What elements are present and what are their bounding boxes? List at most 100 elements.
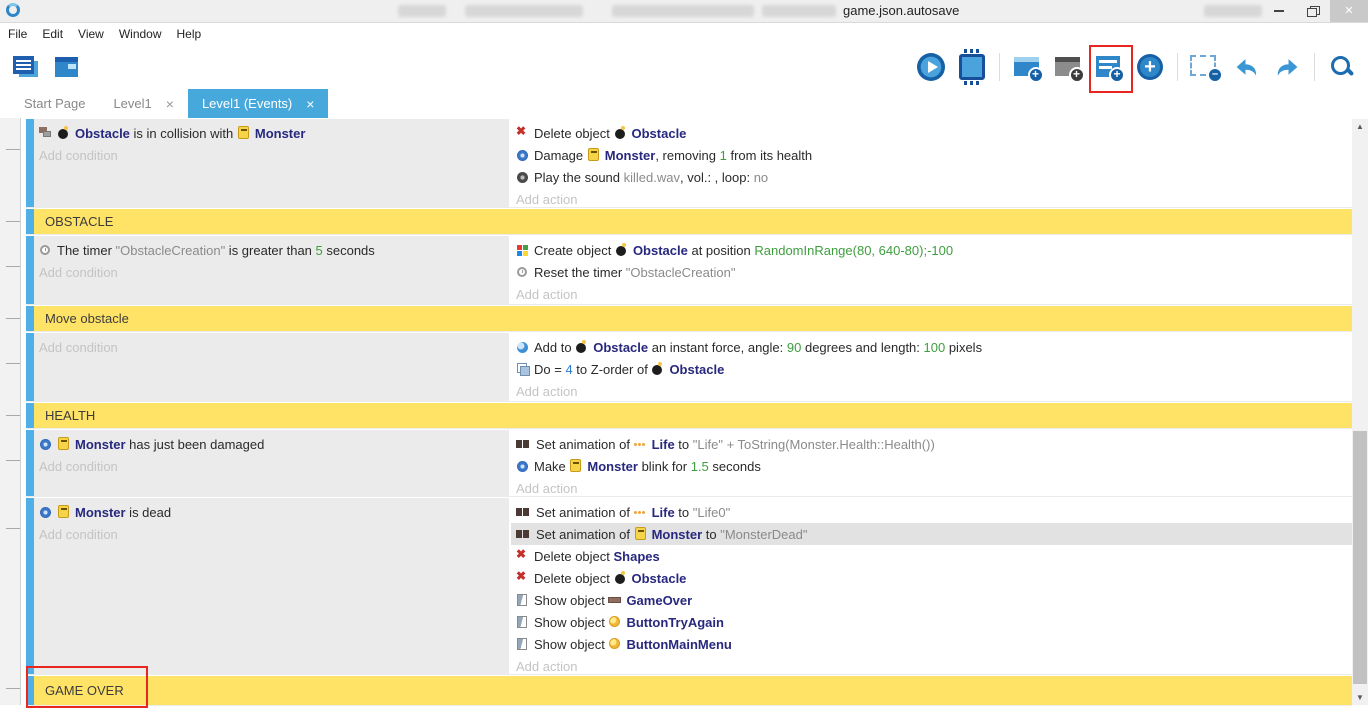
event-row: The timer "ObstacleCreation" is greater …: [26, 236, 1352, 304]
scroll-up-button[interactable]: ▲: [1352, 122, 1368, 131]
add-condition-button[interactable]: Add condition: [34, 261, 509, 283]
actions-cell[interactable]: Set animation of Life to "Life0"Set anim…: [511, 498, 1352, 674]
add-scene-button[interactable]: [1009, 47, 1045, 87]
action-row[interactable]: Add to Obstacle an instant force, angle:…: [511, 336, 1352, 358]
menu-window[interactable]: Window: [119, 27, 162, 41]
add-events-sheet-button[interactable]: [1091, 47, 1127, 87]
restore-button[interactable]: [1296, 0, 1330, 22]
project-manager-button[interactable]: [8, 47, 44, 87]
text-segment: is greater than: [225, 243, 315, 258]
add-action-button[interactable]: Add action: [511, 380, 1352, 402]
action-row[interactable]: Set animation of Monster to "MonsterDead…: [511, 523, 1352, 545]
actions-cell[interactable]: Delete object ObstacleDamage Monster, re…: [511, 119, 1352, 207]
group-obstacle[interactable]: OBSTACLE: [26, 209, 1352, 234]
event-handle[interactable]: [26, 333, 34, 401]
object-name: Obstacle: [632, 571, 687, 586]
menu-help[interactable]: Help: [177, 27, 202, 41]
tab-close-icon[interactable]: ×: [306, 97, 314, 111]
action-row[interactable]: Delete object Obstacle: [511, 567, 1352, 589]
tab-level1-events[interactable]: Level1 (Events)×: [188, 89, 329, 118]
action-row[interactable]: Damage Monster, removing 1 from its heal…: [511, 144, 1352, 166]
add-action-button[interactable]: Add action: [511, 188, 1352, 210]
event-handle[interactable]: [26, 498, 34, 674]
conditions-cell[interactable]: The timer "ObstacleCreation" is greater …: [34, 236, 509, 304]
scroll-down-button[interactable]: ▼: [1352, 693, 1368, 702]
play-icon: [917, 53, 945, 81]
search-button[interactable]: [1324, 47, 1360, 87]
text-segment: Show object: [534, 637, 608, 652]
menu-edit[interactable]: Edit: [42, 27, 63, 41]
action-row[interactable]: Delete object Shapes: [511, 545, 1352, 567]
condition-row[interactable]: Monster has just been damaged: [34, 433, 509, 455]
vertical-scrollbar[interactable]: ▲ ▼: [1352, 119, 1368, 705]
minimize-button[interactable]: [1262, 0, 1296, 22]
add-action-button[interactable]: Add action: [511, 655, 1352, 677]
event-handle[interactable]: [26, 209, 34, 234]
action-row[interactable]: Set animation of Life to "Life" + ToStri…: [511, 433, 1352, 455]
condition-row[interactable]: Obstacle is in collision with Monster: [34, 122, 509, 144]
add-circle-icon: [1137, 54, 1163, 80]
conditions-cell[interactable]: Monster has just been damagedAdd conditi…: [34, 430, 509, 496]
gear-icon: [39, 437, 53, 451]
add-condition-button[interactable]: Add condition: [34, 455, 509, 477]
text-segment: Create object: [534, 243, 615, 258]
add-condition-button[interactable]: Add condition: [34, 523, 509, 545]
conditions-cell[interactable]: Add condition: [34, 333, 509, 401]
actions-cell[interactable]: Create object Obstacle at position Rando…: [511, 236, 1352, 304]
text-segment: to: [702, 527, 720, 542]
bomb-icon: [614, 571, 628, 585]
tab-start-page[interactable]: Start Page: [10, 89, 99, 118]
show-icon: [516, 637, 530, 651]
event-handle[interactable]: [26, 676, 34, 705]
undo-button[interactable]: [1228, 47, 1264, 87]
event-handle[interactable]: [26, 403, 34, 428]
action-row[interactable]: Play the sound killed.wav, vol.: , loop:…: [511, 166, 1352, 188]
event-handle[interactable]: [26, 236, 34, 304]
action-row[interactable]: Create object Obstacle at position Rando…: [511, 239, 1352, 261]
add-action-button[interactable]: Add action: [511, 283, 1352, 305]
text-segment: Set animation of: [536, 505, 634, 520]
event-handle[interactable]: [26, 306, 34, 331]
bomb-icon: [57, 126, 71, 140]
conditions-cell[interactable]: Obstacle is in collision with MonsterAdd…: [34, 119, 509, 207]
group-move-obstacle[interactable]: Move obstacle: [26, 306, 1352, 331]
text-segment: Do: [534, 362, 554, 377]
tab-close-icon[interactable]: ×: [166, 97, 174, 111]
tab-level1[interactable]: Level1×: [99, 89, 188, 118]
text-segment: killed.wav: [624, 170, 680, 185]
scene-editor-button[interactable]: [49, 47, 85, 87]
condition-row[interactable]: The timer "ObstacleCreation" is greater …: [34, 239, 509, 261]
add-external-events-button[interactable]: [1050, 47, 1086, 87]
actions-cell[interactable]: Set animation of Life to "Life" + ToStri…: [511, 430, 1352, 496]
tree-tick: [6, 528, 20, 529]
animation-icon: [516, 505, 532, 519]
redo-button[interactable]: [1269, 47, 1305, 87]
action-row[interactable]: Reset the timer "ObstacleCreation": [511, 261, 1352, 283]
game-over-group[interactable]: GAME OVER: [26, 676, 1352, 705]
event-handle[interactable]: [26, 430, 34, 496]
add-object-button[interactable]: [1132, 47, 1168, 87]
deselect-button[interactable]: [1187, 47, 1223, 87]
menu-file[interactable]: File: [8, 27, 27, 41]
action-row[interactable]: Set animation of Life to "Life0": [511, 501, 1352, 523]
action-row[interactable]: Do = 4 to Z-order of Obstacle: [511, 358, 1352, 380]
group-health[interactable]: HEALTH: [26, 403, 1352, 428]
add-condition-button[interactable]: Add condition: [34, 144, 509, 166]
action-row[interactable]: Make Monster blink for 1.5 seconds: [511, 455, 1352, 477]
action-row[interactable]: Show object ButtonMainMenu: [511, 633, 1352, 655]
menu-view[interactable]: View: [78, 27, 104, 41]
add-condition-button[interactable]: Add condition: [34, 336, 509, 358]
close-button[interactable]: ✕: [1330, 0, 1368, 22]
preview-button[interactable]: [913, 47, 949, 87]
action-row[interactable]: Show object ButtonTryAgain: [511, 611, 1352, 633]
action-row[interactable]: Delete object Obstacle: [511, 122, 1352, 144]
conditions-cell[interactable]: Monster is deadAdd condition: [34, 498, 509, 674]
event-handle[interactable]: [26, 119, 34, 207]
debugger-button[interactable]: [954, 47, 990, 87]
scrollbar-thumb[interactable]: [1353, 431, 1367, 684]
actions-cell[interactable]: Add to Obstacle an instant force, angle:…: [511, 333, 1352, 401]
placeholder-text: Add action: [516, 192, 577, 207]
add-action-button[interactable]: Add action: [511, 477, 1352, 499]
action-row[interactable]: Show object GameOver: [511, 589, 1352, 611]
condition-row[interactable]: Monster is dead: [34, 501, 509, 523]
